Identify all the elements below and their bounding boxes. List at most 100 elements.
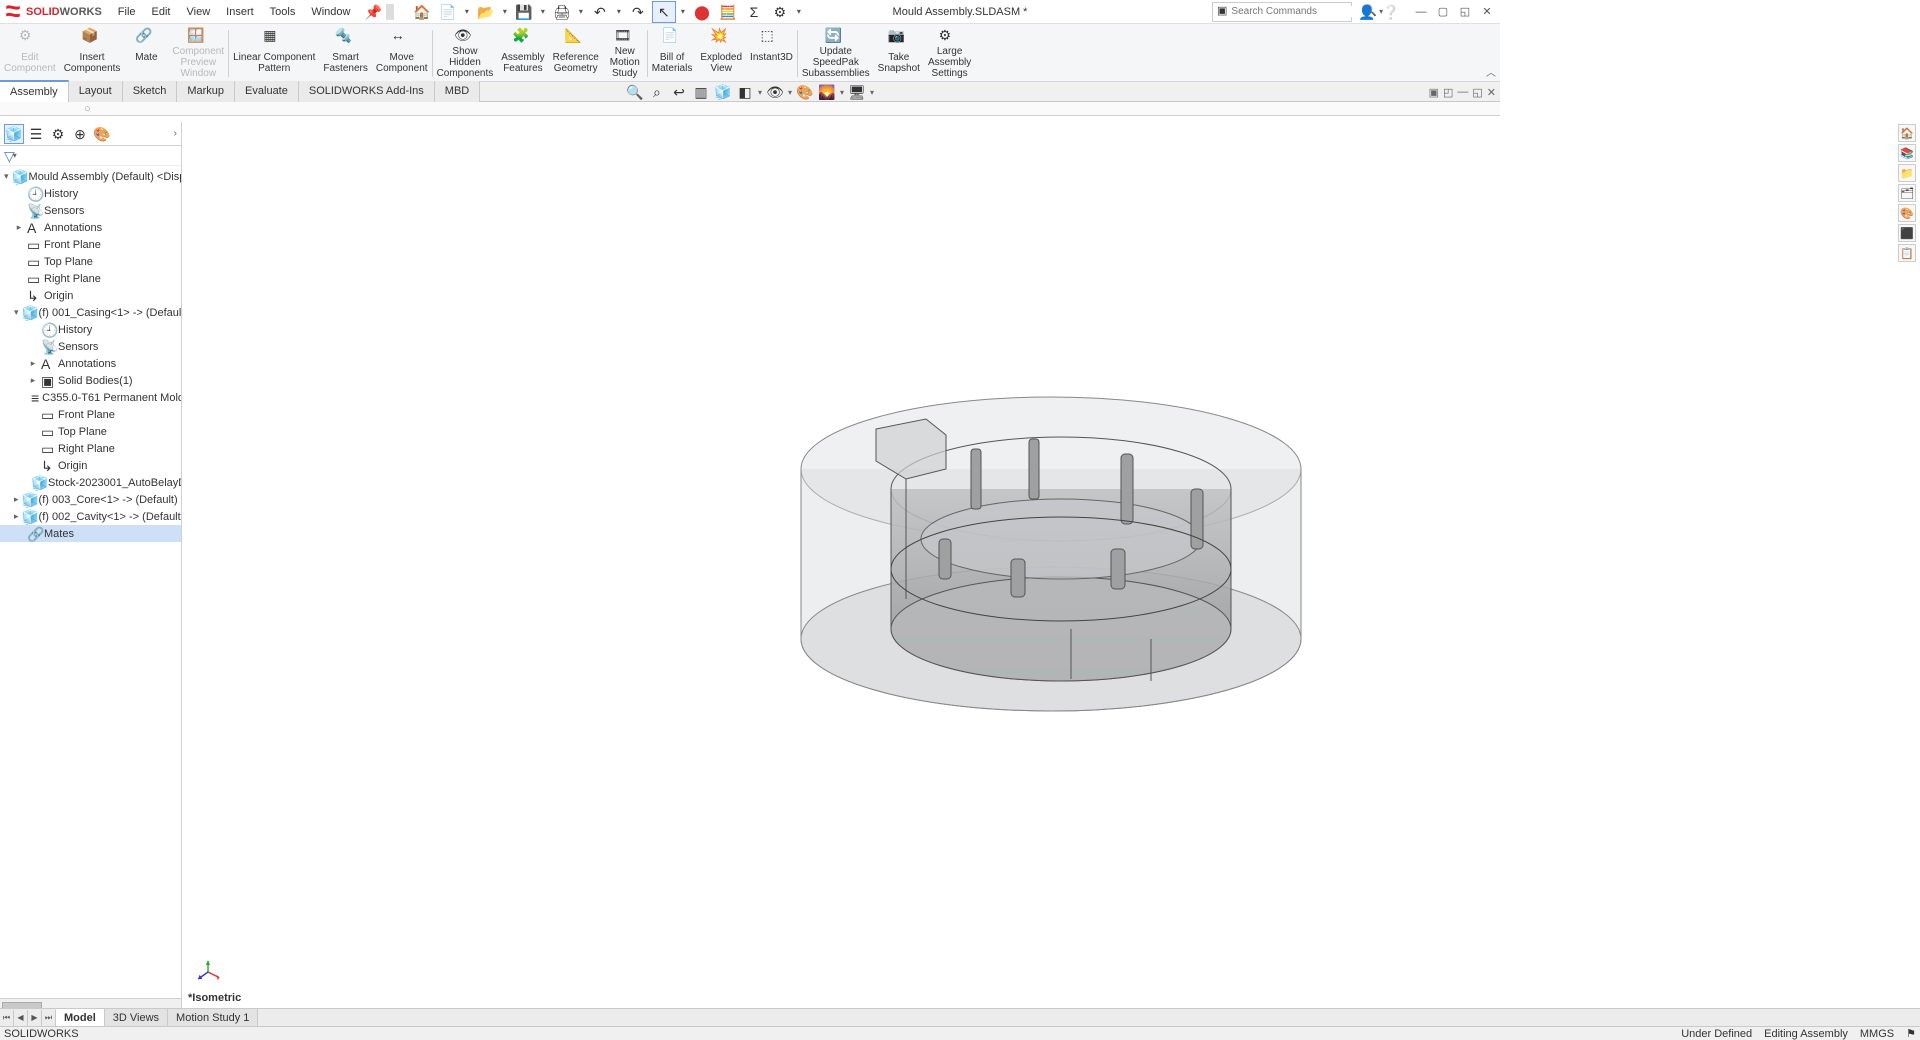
property-manager-tab[interactable]: ☰ — [26, 124, 46, 144]
ribbon-smart-fasteners[interactable]: 🔩Smart Fasteners — [319, 26, 371, 81]
pane-float-icon[interactable]: ◰ — [1443, 86, 1453, 99]
tab-assembly[interactable]: Assembly — [0, 80, 69, 102]
settings-button[interactable]: ⚙ — [768, 1, 792, 23]
select-dropdown[interactable]: ▾ — [678, 7, 688, 16]
taskpane-view-palette-icon[interactable]: 🎨 — [1898, 204, 1916, 222]
ribbon-reference-geometry[interactable]: 📐Reference Geometry — [549, 26, 603, 81]
bottom-tab-motion-study-1[interactable]: Motion Study 1 — [168, 1009, 258, 1027]
zoom-area-icon[interactable]: ⌕ — [648, 83, 666, 101]
pane-close-icon[interactable]: ✕ — [1487, 86, 1496, 99]
taskpane-resources-icon[interactable]: 📚 — [1898, 144, 1916, 162]
new-dropdown[interactable]: ▾ — [462, 7, 472, 16]
tree-expander[interactable]: ▸ — [14, 494, 19, 505]
ribbon-update-speedpak-subassemblies[interactable]: 🔄Update SpeedPak Subassemblies — [798, 26, 874, 81]
btab-next[interactable]: ▶ — [28, 1010, 42, 1026]
tree-item[interactable]: 🔗Mates — [0, 525, 181, 542]
tree-root[interactable]: ▾ 🧊 Mould Assembly (Default) <Display St… — [0, 168, 181, 185]
scene-icon[interactable]: 🌄 — [818, 83, 836, 101]
menu-file[interactable]: File — [110, 0, 144, 24]
taskpane-file-explorer-icon[interactable]: 🗂 — [1898, 184, 1916, 202]
tree-item[interactable]: ▭Front Plane — [0, 406, 181, 423]
ribbon-instant3d[interactable]: ⬚Instant3D — [746, 26, 797, 81]
ribbon-linear-component-pattern[interactable]: ▦Linear Component Pattern — [229, 26, 319, 81]
tree-item[interactable]: 🕘History — [0, 321, 181, 338]
tree-item[interactable]: 📡Sensors — [0, 338, 181, 355]
print-dropdown[interactable]: ▾ — [576, 7, 586, 16]
tree-item[interactable]: ▸🧊(f) 002_Cavity<1> -> (Default) <<Defau… — [0, 508, 181, 525]
ribbon-take-snapshot[interactable]: 📷Take Snapshot — [874, 26, 924, 81]
tree-item[interactable]: ▸AAnnotations — [0, 219, 181, 236]
tree-item[interactable]: ▭Right Plane — [0, 440, 181, 457]
pane-dock-icon[interactable]: ▣ — [1429, 86, 1439, 99]
search-commands-input[interactable]: ▣ 🔍 ▾ — [1212, 2, 1352, 22]
tree-item[interactable]: ▸🧊(f) 003_Core<1> -> (Default) <<Default… — [0, 491, 181, 508]
viewport-icon[interactable]: 🖥 — [848, 83, 866, 101]
previous-view-icon[interactable]: ↩ — [670, 83, 688, 101]
tree-item[interactable]: ≡C355.0-T61 Permanent Mold — [0, 389, 181, 406]
tree-item[interactable]: 🧊Stock-2023001_AutoBelayDevice — [0, 474, 181, 491]
ribbon-show-hidden-components[interactable]: 👁Show Hidden Components — [433, 26, 498, 81]
ribbon-bill-of-materials[interactable]: 📄Bill of Materials — [648, 26, 697, 81]
menu-insert[interactable]: Insert — [218, 0, 262, 24]
tree-item[interactable]: 📡Sensors — [0, 202, 181, 219]
select-button[interactable]: ↖ — [652, 1, 676, 23]
tree-item[interactable]: ▾🧊(f) 001_Casing<1> -> (Default) <<Defau… — [0, 304, 181, 321]
options-icon[interactable]: 🧮 — [716, 1, 740, 23]
display-style-icon[interactable]: ◧ — [736, 83, 754, 101]
save-dropdown[interactable]: ▾ — [538, 7, 548, 16]
taskpane-custom-props-icon[interactable]: 📋 — [1898, 244, 1916, 262]
undo-button[interactable]: ↶ — [588, 1, 612, 23]
bottom-tab-3d-views[interactable]: 3D Views — [105, 1009, 168, 1027]
home-button[interactable]: 🏠 — [410, 1, 434, 23]
tree-expander[interactable]: ▾ — [14, 307, 19, 318]
taskpane-home-icon[interactable]: 🏠 — [1898, 124, 1916, 142]
maximize-button[interactable]: ◱ — [1456, 3, 1474, 21]
tab-markup[interactable]: Markup — [177, 81, 235, 102]
btab-last[interactable]: ⏭ — [42, 1010, 56, 1026]
pane-minimize-icon[interactable]: — — [1457, 86, 1468, 98]
tree-item[interactable]: ▭Top Plane — [0, 253, 181, 270]
taskpane-appearances-icon[interactable]: ⬛ — [1898, 224, 1916, 242]
print-button[interactable]: 🖨 — [550, 1, 574, 23]
undo-dropdown[interactable]: ▾ — [614, 7, 624, 16]
minimize-button[interactable]: — — [1412, 3, 1430, 21]
status-units[interactable]: MMGS — [1860, 1028, 1894, 1040]
restore-button[interactable]: ▢ — [1434, 3, 1452, 21]
orientation-icon[interactable]: 🧊 — [714, 83, 732, 101]
tree-expander[interactable]: ▸ — [28, 358, 38, 369]
menu-window[interactable]: Window — [303, 0, 358, 24]
configuration-manager-tab[interactable]: ⚙ — [48, 124, 68, 144]
reference-triad[interactable] — [194, 958, 222, 986]
menu-tools[interactable]: Tools — [262, 0, 304, 24]
menu-view[interactable]: View — [179, 0, 219, 24]
btab-prev[interactable]: ◀ — [14, 1010, 28, 1026]
dimxpert-tab[interactable]: ⊕ — [70, 124, 90, 144]
ribbon-collapse-icon[interactable]: ︿ — [1486, 64, 1496, 79]
tree-item[interactable]: ↳Origin — [0, 457, 181, 474]
pane-maximize-icon[interactable]: ◱ — [1472, 86, 1482, 99]
tree-item[interactable]: ▸▣Solid Bodies(1) — [0, 372, 181, 389]
tab-sketch[interactable]: Sketch — [123, 81, 178, 102]
status-flag-icon[interactable]: ⚑ — [1906, 1027, 1916, 1040]
display-manager-tab[interactable]: 🎨 — [92, 124, 112, 144]
ribbon-new-motion-study[interactable]: 🎞New Motion Study — [603, 26, 647, 81]
ribbon-assembly-features[interactable]: 🧩Assembly Features — [497, 26, 548, 81]
save-button[interactable]: 💾 — [512, 1, 536, 23]
help-icon[interactable]: ❔ — [1382, 3, 1400, 21]
graphics-viewport[interactable]: 🏠 📚 📁 🗂 🎨 ⬛ 📋 — [182, 122, 1920, 1012]
zoom-fit-icon[interactable]: 🔍 — [626, 83, 644, 101]
design-tree-tab[interactable]: 🧊 — [4, 124, 24, 144]
tree-item[interactable]: ▭Front Plane — [0, 236, 181, 253]
search-field[interactable] — [1231, 6, 1363, 17]
btab-first[interactable]: ⏮ — [0, 1010, 14, 1026]
tree-item[interactable]: ↳Origin — [0, 287, 181, 304]
appearance-icon[interactable]: 🎨 — [796, 83, 814, 101]
ribbon-mate[interactable]: 🔗Mate — [124, 26, 168, 81]
tree-expander[interactable]: ▸ — [14, 511, 19, 522]
menu-edit[interactable]: Edit — [144, 0, 179, 24]
tree-expander[interactable]: ▸ — [14, 222, 24, 233]
user-icon[interactable]: 👤 — [1358, 3, 1376, 21]
tree-item[interactable]: ▭Top Plane — [0, 423, 181, 440]
tree-expander[interactable]: ▸ — [28, 375, 38, 386]
bottom-tab-model[interactable]: Model — [56, 1009, 105, 1027]
